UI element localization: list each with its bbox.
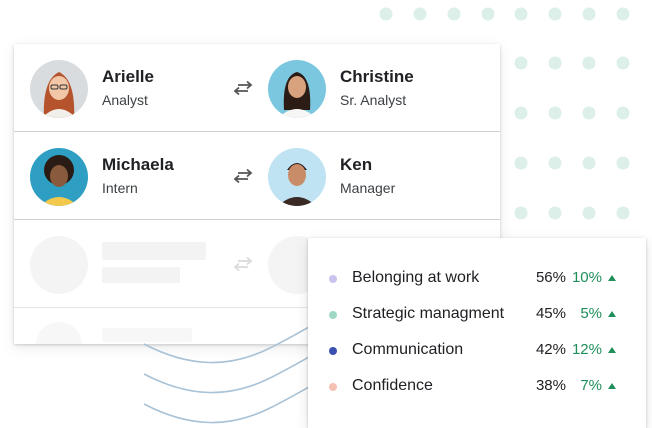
metric-percent: 38% xyxy=(535,377,566,394)
metric-label: Strategic managment xyxy=(352,305,505,322)
metric-change: 10% xyxy=(571,269,602,286)
legend-dot xyxy=(329,347,337,355)
metric-label: Communication xyxy=(352,341,464,358)
skills-metrics-card: Belonging at work 56% 10% Strategic mana… xyxy=(308,238,646,428)
metric-row[interactable]: Strategic managment 45% 5% xyxy=(308,303,646,327)
metric-label: Belonging at work xyxy=(352,269,480,286)
triangle-up-icon xyxy=(608,275,616,281)
metric-change: 5% xyxy=(580,305,602,322)
metric-row[interactable]: Belonging at work 56% 10% xyxy=(308,267,646,291)
metric-percent: 45% xyxy=(535,305,566,322)
metric-percent: 42% xyxy=(535,341,566,358)
metric-row[interactable]: Confidence 38% 7% xyxy=(308,375,646,399)
metric-change: 12% xyxy=(571,341,602,358)
triangle-up-icon xyxy=(608,311,616,317)
legend-dot xyxy=(329,311,337,319)
triangle-up-icon xyxy=(608,347,616,353)
metric-label: Confidence xyxy=(352,377,433,394)
legend-dot xyxy=(329,275,337,283)
metric-percent: 56% xyxy=(535,269,566,286)
metric-row[interactable]: Communication 42% 12% xyxy=(308,339,646,363)
legend-dot xyxy=(329,383,337,391)
triangle-up-icon xyxy=(608,383,616,389)
metric-change: 7% xyxy=(580,377,602,394)
